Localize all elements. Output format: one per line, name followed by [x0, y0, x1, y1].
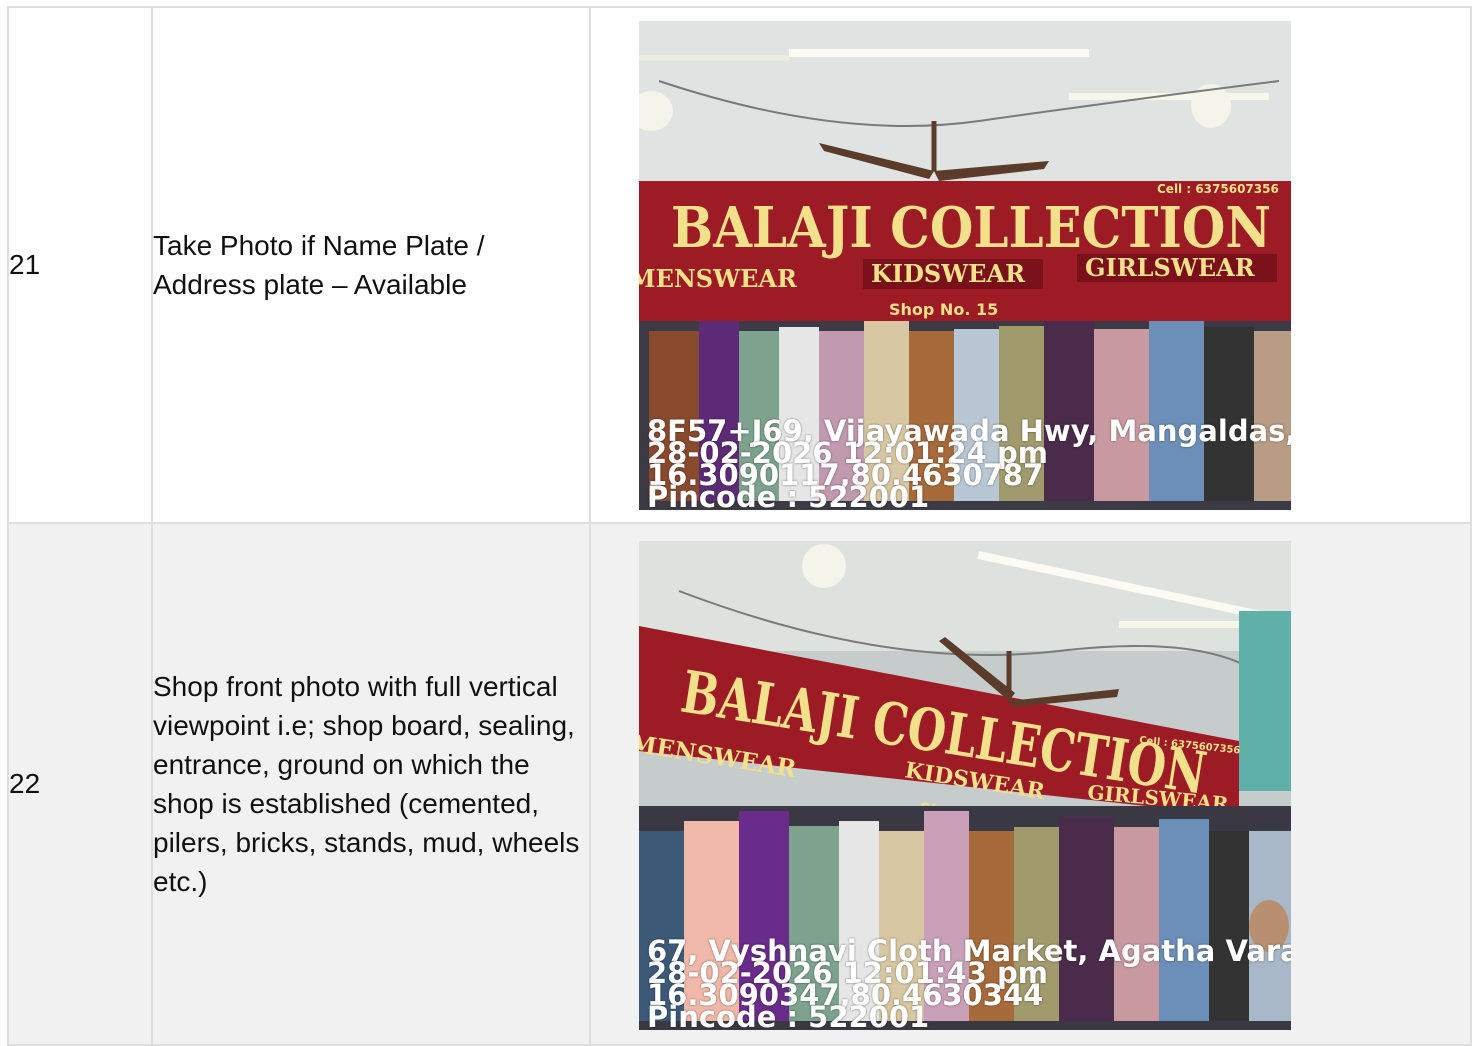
row-description: Shop front photo with full vertical view…: [151, 522, 591, 1046]
row-number: 22: [7, 522, 153, 1046]
table-row: 22 Shop front photo with full vertical v…: [7, 522, 1472, 1046]
geo-stamp: 67, Vyshnavi Cloth Market, Agatha Varapp…: [647, 936, 1291, 1030]
sign-right: GIRLSWEAR: [1085, 253, 1256, 282]
shop-photo[interactable]: Cell : 6375607356 BALAJI COLLECTION MENS…: [639, 540, 1291, 1030]
sign-mid: KIDSWEAR: [871, 259, 1026, 288]
geo-stamp: 8F57+J69, Vijayawada Hwy, Mangaldas, Na …: [647, 417, 1291, 511]
sign-name: BALAJI COLLECTION: [671, 195, 1271, 261]
shop-photo[interactable]: Cell : 6375607356 BALAJI COLLECTION MENS…: [639, 21, 1291, 510]
sign-left: MENSWEAR: [639, 264, 798, 293]
photo-cell: Cell : 6375607356 BALAJI COLLECTION MENS…: [589, 6, 1472, 524]
photo-cell: Cell : 6375607356 BALAJI COLLECTION MENS…: [589, 522, 1472, 1046]
sign-cell: Cell : 6375607356: [1157, 182, 1279, 196]
sign-shop: Shop No. 15: [889, 300, 998, 319]
photo-checklist-table: 21 Take Photo if Name Plate / Address pl…: [7, 6, 1472, 1046]
row-description: Take Photo if Name Plate / Address plate…: [151, 6, 591, 524]
row-number: 21: [7, 6, 153, 524]
table-row: 21 Take Photo if Name Plate / Address pl…: [7, 6, 1472, 524]
